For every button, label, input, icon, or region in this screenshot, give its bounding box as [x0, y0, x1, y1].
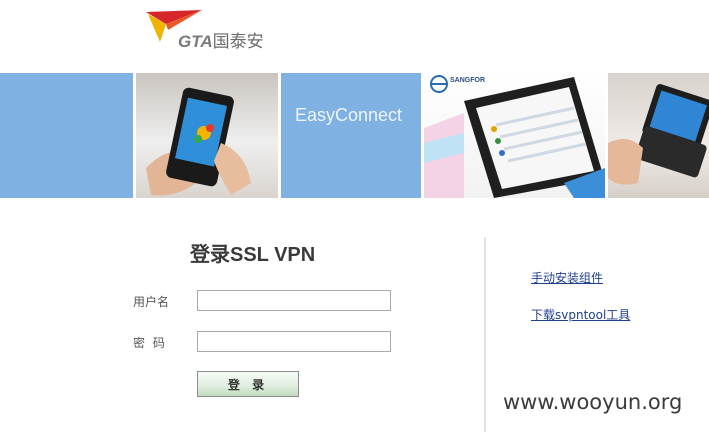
gta-logo: GTA国泰安 — [146, 10, 266, 52]
watermark: www.wooyun.org — [503, 390, 683, 414]
banner: EasyConnect SANGFOR — [0, 73, 709, 198]
banner-keyboard-phone-photo — [608, 73, 709, 198]
password-label: 密 码 — [133, 336, 167, 350]
smartphone-in-hand-icon — [146, 87, 251, 196]
banner-tablet-photo: SANGFOR — [424, 73, 605, 198]
vertical-divider — [484, 237, 486, 432]
easyconnect-brand-text: EasyConnect — [295, 105, 403, 125]
logo-text: GTA国泰安 — [178, 27, 264, 52]
banner-blue-panel — [0, 73, 133, 198]
keyboard-phone-icon — [608, 84, 709, 185]
banner-brand-panel: EasyConnect — [281, 73, 421, 198]
username-label: 用户名 — [133, 295, 170, 309]
download-svpntool-link[interactable]: 下载svpntool工具 — [531, 306, 630, 323]
logo-chinese: 国泰安 — [212, 32, 264, 51]
manual-install-link[interactable]: 手动安装组件 — [531, 269, 603, 286]
logo-latin: GTA — [178, 32, 213, 51]
password-input[interactable] — [197, 331, 391, 352]
page-title: 登录SSL VPN — [190, 244, 316, 266]
tablet-device-icon — [424, 77, 605, 198]
login-button[interactable]: 登 录 — [197, 371, 299, 397]
sangfor-logo-icon — [430, 75, 448, 93]
header: GTA国泰安 — [0, 0, 709, 73]
banner-phone-photo — [136, 73, 278, 198]
sangfor-brand-text: SANGFOR — [450, 77, 485, 84]
username-input[interactable] — [197, 290, 391, 311]
